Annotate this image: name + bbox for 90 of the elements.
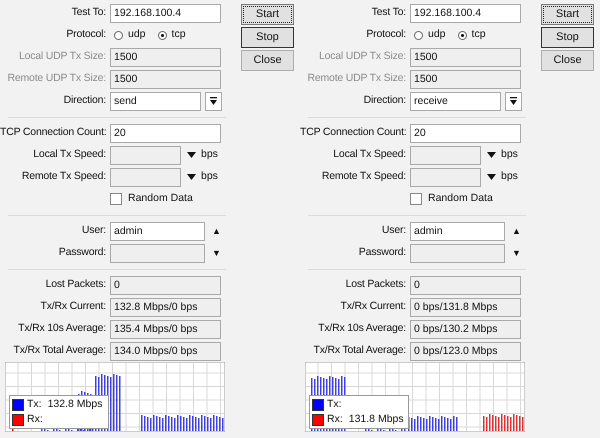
legend-label: Rx: [27,412,43,427]
input-field[interactable] [410,146,481,164]
dialog-button[interactable]: Start [241,4,294,25]
dropdown-button[interactable] [505,92,522,110]
field-label: Password: [58,245,107,260]
arrow-button[interactable]: ▼ [512,248,521,258]
arrow-button[interactable]: ▲ [512,226,521,236]
input-field[interactable]: 132.8 Mbps/0 bps [110,298,221,316]
field-label: Tx/Rx Total Average: [312,343,407,358]
input-field[interactable]: 192.168.100.4 [410,4,521,22]
field-label: Remote Tx Speed: [320,169,407,184]
field-label: Local UDP Tx Size: [318,49,407,64]
dropdown-field[interactable]: receive [410,92,501,110]
radio-button[interactable] [114,30,123,40]
unit-label: bps [201,169,218,184]
input-field[interactable]: admin [110,222,205,240]
field-label: Direction: [62,93,107,108]
unit-label: bps [501,169,518,184]
dropdown-arrow-icon [187,152,196,158]
dialog-button[interactable]: Start [541,4,594,25]
input-field[interactable]: 135.4 Mbps/0 bps [110,320,221,338]
unit-label: bps [201,147,218,162]
field-label: Protocol: [65,27,107,42]
input-field[interactable]: 192.168.100.4 [110,4,221,22]
dropdown-button[interactable] [205,92,222,110]
field-label: Tx/Rx 10s Average: [17,321,107,336]
legend-value: 131.8 Mbps [348,412,404,427]
field-label: Direction: [362,93,407,108]
dropdown-icon [510,97,517,105]
radio-button[interactable] [458,30,467,40]
radio-label: tcp [172,27,186,42]
field-label: Remote UDP Tx Size: [6,71,107,86]
legend-label: Rx: [327,412,343,427]
dialog-button[interactable]: Close [541,50,594,71]
field-label: Tx/Rx Current: [340,299,407,314]
input-field[interactable]: 134.0 Mbps/0 bps [110,342,221,360]
dialog-button[interactable]: Stop [541,27,594,48]
unit-label: bps [501,147,518,162]
field-label: Lost Packets: [44,277,107,292]
radio-label: udp [428,27,446,42]
dropdown-arrow-icon [487,174,496,180]
radio-label: udp [128,27,146,42]
input-field[interactable] [110,244,205,262]
field-label: Remote Tx Speed: [20,169,107,184]
dropdown-field[interactable]: send [110,92,201,110]
field-label: Tx/Rx Current: [40,299,107,314]
dropdown-arrow-icon [187,174,196,180]
input-field[interactable] [110,146,181,164]
field-label: User: [380,223,407,238]
input-field[interactable]: 0 bps/130.2 Mbps [410,320,521,338]
input-field[interactable]: 20 [410,124,521,142]
input-field[interactable]: 0 [410,276,521,294]
arrow-button[interactable]: ▲ [212,226,221,236]
input-field[interactable]: 0 bps/123.0 Mbps [410,342,521,360]
field-label: TCP Connection Count: [300,125,408,140]
dropdown-icon [210,97,217,105]
field-label: Protocol: [365,27,407,42]
radio-label: tcp [472,27,486,42]
field-label: Password: [358,245,407,260]
dropdown-arrow-icon [487,152,496,158]
checkbox-label: Random Data [428,191,493,206]
field-label: Remote UDP Tx Size: [306,71,407,86]
input-field[interactable]: 20 [110,124,221,142]
dialog-button[interactable]: Stop [241,27,294,48]
field-label: User: [80,223,107,238]
field-label: Local Tx Speed: [32,147,107,162]
field-label: Test To: [370,5,407,20]
field-label: Local Tx Speed: [332,147,407,162]
field-label: Tx/Rx Total Average: [12,343,107,358]
radio-button[interactable] [158,30,167,40]
checkbox[interactable] [410,193,422,205]
field-label: Test To: [70,5,107,20]
input-field[interactable]: 0 [110,276,221,294]
input-field[interactable] [410,244,505,262]
input-field[interactable] [110,168,181,186]
checkbox[interactable] [110,193,122,205]
radio-button[interactable] [414,30,423,40]
field-label: Local UDP Tx Size: [18,49,107,64]
field-label: Tx/Rx 10s Average: [317,321,407,336]
arrow-button[interactable]: ▼ [212,248,221,258]
legend-value: 132.8 Mbps [48,396,102,412]
input-field[interactable]: admin [410,222,505,240]
dialog-button[interactable]: Close [241,50,294,71]
input-field[interactable]: 0 bps/131.8 Mbps [410,298,521,316]
input-field[interactable] [410,168,481,186]
field-label: TCP Connection Count: [0,125,108,140]
field-label: Lost Packets: [344,277,407,292]
checkbox-label: Random Data [128,191,193,206]
legend-label: Tx: [327,396,342,412]
legend-label: Tx: [27,396,42,412]
